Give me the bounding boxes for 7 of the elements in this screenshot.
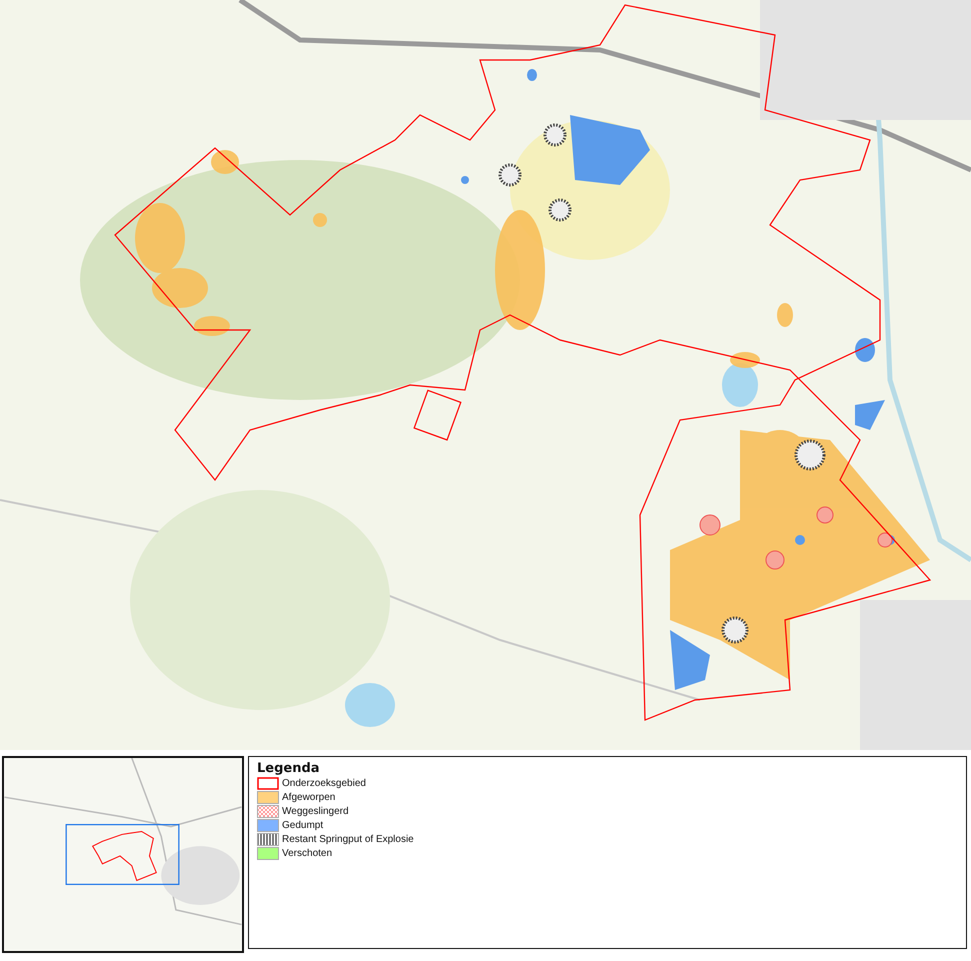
legend-label: Onderzoeksgebied (282, 778, 366, 789)
legend-label: Afgeworpen (282, 792, 336, 803)
legend-title: Legenda (257, 761, 320, 776)
legend-label: Gedumpt (282, 820, 324, 831)
legend-label: Weggeslingerd (282, 806, 349, 817)
legend-label: Verschoten (282, 848, 332, 859)
legend-label: Restant Springput of Explosie (282, 834, 414, 845)
